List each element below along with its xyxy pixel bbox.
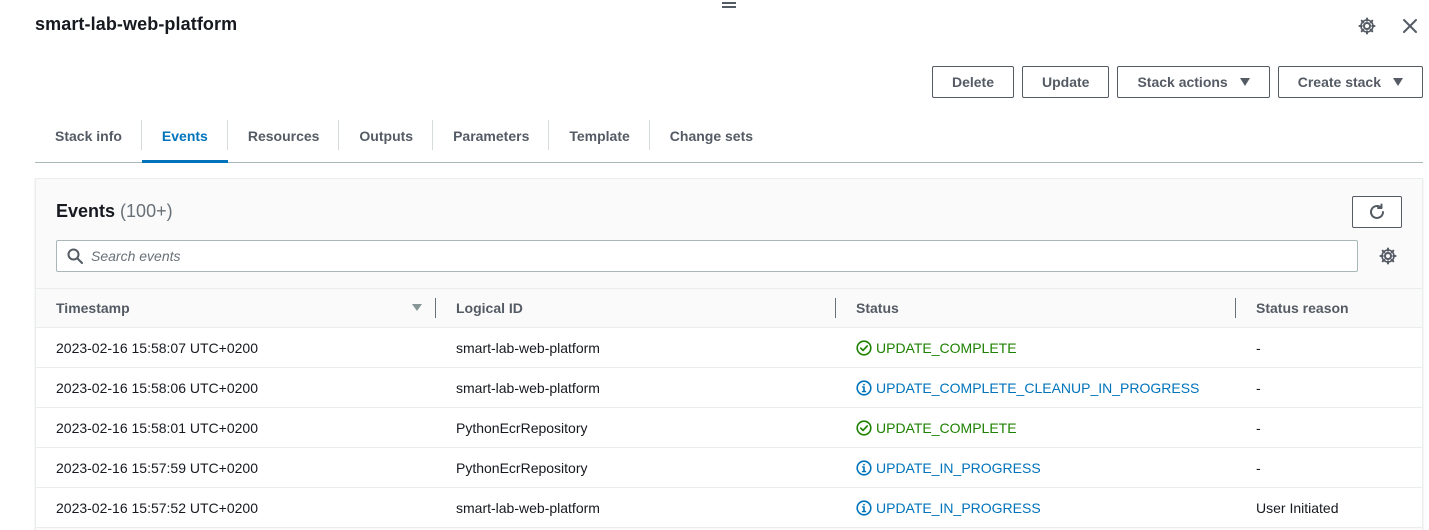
events-heading: Events (100+) (56, 201, 173, 222)
column-header-status-reason[interactable]: Status reason (1236, 288, 1422, 328)
events-table: Timestamp Logical ID Status Status reaso… (36, 288, 1422, 528)
status-text: UPDATE_IN_PROGRESS (876, 459, 1041, 476)
status-text: UPDATE_COMPLETE (876, 419, 1017, 436)
status-cell: UPDATE_IN_PROGRESS (836, 448, 1236, 488)
column-label: Status reason (1256, 300, 1349, 316)
delete-button[interactable]: Delete (931, 66, 1014, 98)
column-label: Logical ID (456, 300, 523, 316)
tab-label: Template (569, 128, 630, 144)
tab-events[interactable]: Events (141, 110, 228, 163)
update-button[interactable]: Update (1022, 66, 1110, 98)
refresh-icon (1370, 203, 1384, 219)
stack-tabs: Stack info Events Resources Outputs Para… (35, 110, 1423, 163)
check-circle-icon (856, 339, 872, 356)
table-row: 2023-02-16 15:58:06 UTC+0200 smart-lab-w… (36, 368, 1422, 408)
status-reason-cell: - (1256, 419, 1261, 436)
tab-parameters[interactable]: Parameters (433, 110, 550, 162)
refresh-button[interactable] (1352, 196, 1402, 228)
logical-id-cell: PythonEcrRepository (456, 419, 588, 436)
create-stack-button[interactable]: Create stack (1277, 66, 1423, 98)
tab-label: Resources (247, 128, 320, 144)
status-reason-cell: - (1256, 339, 1261, 356)
column-label: Status (856, 300, 899, 316)
logical-id-cell: smart-lab-web-platform (456, 379, 600, 396)
column-header-logical-id[interactable]: Logical ID (436, 288, 836, 328)
status-reason-cell: - (1256, 379, 1261, 396)
sort-descending-icon[interactable] (412, 304, 422, 311)
stack-actions-label: Stack actions (1137, 74, 1228, 90)
timestamp-cell: 2023-02-16 15:57:59 UTC+0200 (56, 459, 258, 476)
status-cell: UPDATE_COMPLETE (836, 328, 1236, 368)
column-header-status[interactable]: Status (836, 288, 1236, 328)
caret-down-icon (1239, 78, 1250, 86)
tab-resources[interactable]: Resources (228, 110, 340, 162)
page-title: smart-lab-web-platform (35, 14, 238, 34)
status-cell: UPDATE_COMPLETE_CLEANUP_IN_PROGRESS (836, 368, 1236, 408)
status-text: UPDATE_IN_PROGRESS (876, 499, 1041, 516)
status-reason-cell: User Initiated (1256, 499, 1339, 516)
table-header: Timestamp Logical ID Status Status reaso… (36, 288, 1422, 328)
tab-template[interactable]: Template (549, 110, 651, 162)
update-button-label: Update (1042, 74, 1090, 90)
search-icon (67, 248, 83, 264)
info-circle-icon (856, 499, 872, 516)
column-header-timestamp[interactable]: Timestamp (36, 288, 436, 328)
events-count: (100+) (120, 201, 173, 221)
table-preferences-icon[interactable] (1378, 246, 1398, 266)
timestamp-cell: 2023-02-16 15:58:07 UTC+0200 (56, 339, 258, 356)
tab-label: Parameters (453, 128, 530, 144)
timestamp-cell: 2023-02-16 15:58:06 UTC+0200 (56, 379, 258, 396)
timestamp-cell: 2023-02-16 15:58:01 UTC+0200 (56, 419, 258, 436)
status-reason-cell: - (1256, 459, 1261, 476)
timestamp-cell: 2023-02-16 15:57:52 UTC+0200 (56, 499, 258, 516)
close-icon[interactable] (1400, 16, 1420, 36)
logical-id-cell: smart-lab-web-platform (456, 499, 600, 516)
table-row: 2023-02-16 15:58:07 UTC+0200 smart-lab-w… (36, 328, 1422, 368)
events-panel: Events (100+) Timestamp Logical ID Statu… (35, 178, 1423, 530)
tab-change-sets[interactable]: Change sets (650, 110, 773, 162)
tab-label: Events (161, 128, 208, 144)
stack-action-bar: Delete Update Stack actions Create stack (931, 66, 1423, 98)
info-circle-icon (856, 459, 872, 476)
logical-id-cell: smart-lab-web-platform (456, 339, 600, 356)
info-circle-icon (856, 379, 872, 396)
column-label: Timestamp (56, 300, 130, 316)
create-stack-label: Create stack (1297, 74, 1381, 90)
caret-down-icon (1393, 78, 1403, 86)
status-text: UPDATE_COMPLETE_CLEANUP_IN_PROGRESS (876, 379, 1200, 396)
table-row: 2023-02-16 15:57:52 UTC+0200 smart-lab-w… (36, 488, 1422, 528)
status-text: UPDATE_COMPLETE (876, 339, 1017, 356)
tab-label: Outputs (359, 128, 414, 144)
logical-id-cell: PythonEcrRepository (456, 459, 588, 476)
search-box (56, 240, 1358, 272)
tab-label: Change sets (669, 128, 754, 144)
tab-outputs[interactable]: Outputs (339, 110, 433, 162)
events-title: Events (56, 201, 116, 221)
gear-icon[interactable] (1357, 16, 1377, 36)
tab-stack-info[interactable]: Stack info (35, 110, 142, 162)
status-cell: UPDATE_IN_PROGRESS (836, 488, 1236, 528)
check-circle-icon (856, 419, 872, 436)
tab-label: Stack info (55, 128, 122, 144)
status-cell: UPDATE_COMPLETE (836, 408, 1236, 448)
table-row: 2023-02-16 15:57:59 UTC+0200 PythonEcrRe… (36, 448, 1422, 488)
delete-button-label: Delete (951, 74, 994, 90)
search-input[interactable] (91, 248, 1341, 264)
panel-drag-handle[interactable] (722, 0, 736, 8)
table-row: 2023-02-16 15:58:01 UTC+0200 PythonEcrRe… (36, 408, 1422, 448)
stack-actions-button[interactable]: Stack actions (1117, 66, 1270, 98)
